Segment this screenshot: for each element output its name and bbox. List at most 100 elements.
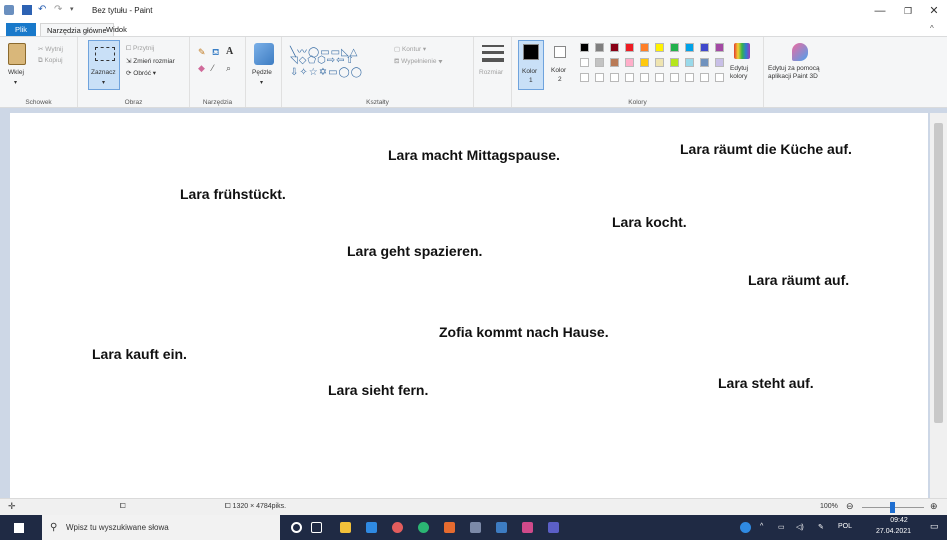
brushes-button[interactable]: Pędzle [252, 69, 272, 76]
edge-icon[interactable] [418, 522, 429, 533]
palette-swatch[interactable] [595, 58, 604, 67]
palette-swatch[interactable] [655, 58, 664, 67]
custom-color-slot[interactable] [655, 73, 664, 82]
outline-button[interactable]: ▢ Kontur ▾ [394, 45, 426, 53]
edit-colors-icon[interactable] [734, 43, 750, 59]
palette-swatch[interactable] [640, 43, 649, 52]
notifications-icon[interactable]: ▭ [930, 521, 939, 532]
tab-file[interactable]: Plik [6, 23, 36, 36]
palette-swatch[interactable] [700, 58, 709, 67]
close-button[interactable]: ✕ [920, 2, 947, 20]
shapes-gallery-row3[interactable]: ⇩✧☆✡▭◯◯ [290, 67, 363, 78]
vertical-scrollbar[interactable] [930, 113, 947, 498]
palette-swatch[interactable] [715, 58, 724, 67]
palette-swatch[interactable] [595, 43, 604, 52]
fill-button[interactable]: ⛾ Wypełnienie ▾ [394, 57, 443, 66]
palette-swatch[interactable] [610, 58, 619, 67]
palette-swatch[interactable] [670, 58, 679, 67]
palette-swatch[interactable] [580, 58, 589, 67]
palette-swatch[interactable] [685, 58, 694, 67]
edit-colors-button[interactable]: Edytuj [730, 65, 748, 72]
custom-color-slot[interactable] [715, 73, 724, 82]
photos-icon[interactable] [496, 522, 507, 533]
color2-button[interactable]: Kolor 2 [548, 40, 574, 90]
paste-button[interactable]: Wklej [8, 69, 24, 76]
rotate-button[interactable]: ⟳ Obróć ▾ [126, 69, 156, 77]
zoom-in-button[interactable]: ⊕ [930, 501, 938, 512]
pen-icon[interactable]: ✎ [818, 523, 824, 531]
paint3d-icon[interactable] [792, 43, 808, 61]
palette-swatch[interactable] [685, 43, 694, 52]
zoom-level: 100% [820, 503, 838, 510]
custom-color-slot[interactable] [625, 73, 634, 82]
minimize-button[interactable]: — [866, 2, 894, 20]
clock-time[interactable]: 09:42 [883, 517, 915, 524]
zoom-out-button[interactable]: ⊖ [846, 501, 854, 512]
palette-swatch[interactable] [670, 43, 679, 52]
mail-icon[interactable] [366, 522, 377, 533]
save-icon[interactable] [22, 5, 32, 15]
palette-swatch[interactable] [610, 43, 619, 52]
maximize-button[interactable]: ❐ [894, 2, 922, 20]
size-icon[interactable] [482, 45, 504, 47]
color1-button[interactable]: Kolor 1 [518, 40, 544, 90]
customize-quick-access-icon[interactable]: ▾ [70, 5, 80, 15]
paste-icon[interactable] [8, 43, 26, 65]
canvas[interactable]: Lara macht Mittagspause. Lara räumt die … [10, 113, 928, 498]
clock-date[interactable]: 27.04.2021 [876, 528, 911, 535]
custom-color-slot[interactable] [700, 73, 709, 82]
palette-swatch[interactable] [625, 43, 634, 52]
collapse-ribbon-icon[interactable]: ^ [930, 24, 934, 33]
copy-button[interactable]: ⧉ Kopiuj [38, 57, 63, 65]
select-button[interactable]: Zaznacz ▾ [88, 40, 120, 90]
palette-swatch[interactable] [580, 43, 589, 52]
cortana-icon[interactable] [291, 522, 302, 533]
palette-swatch[interactable] [625, 58, 634, 67]
tab-view[interactable]: Widok [100, 23, 133, 36]
tray-app-icon[interactable] [740, 522, 751, 533]
store-icon[interactable] [522, 522, 533, 533]
volume-icon[interactable]: ◁) [796, 523, 804, 531]
palette-swatch[interactable] [640, 58, 649, 67]
edit-in-paint3d-button[interactable]: Edytuj za pomocą [768, 65, 820, 72]
network-icon[interactable]: ▭ [778, 523, 785, 531]
language-indicator[interactable]: POL [838, 523, 852, 530]
task-view-icon[interactable] [311, 522, 322, 533]
start-button-icon[interactable] [14, 523, 24, 533]
magnifier-icon[interactable]: ⌕ [226, 63, 231, 74]
custom-color-slot[interactable] [685, 73, 694, 82]
canvas-text-zofia: Zofia kommt nach Hause. [439, 324, 609, 340]
eraser-icon[interactable]: ◆ [198, 63, 205, 74]
taskbar-search-box[interactable]: ⚲ Wpisz tu wyszukiwane słowa [42, 515, 280, 540]
scrollbar-thumb[interactable] [934, 123, 943, 423]
file-explorer-icon[interactable] [340, 522, 351, 533]
palette-swatch[interactable] [655, 43, 664, 52]
palette-swatch[interactable] [715, 43, 724, 52]
paint3d-taskbar-icon[interactable] [392, 522, 403, 533]
text-icon[interactable]: A [226, 46, 233, 57]
paint-taskbar-icon[interactable] [470, 522, 481, 533]
palette-swatch[interactable] [700, 43, 709, 52]
custom-color-slot[interactable] [670, 73, 679, 82]
canvas-text-mittagspause: Lara macht Mittagspause. [388, 147, 560, 163]
pencil-icon[interactable]: ✎ [198, 47, 206, 58]
custom-color-slot[interactable] [580, 73, 589, 82]
custom-color-slot[interactable] [595, 73, 604, 82]
size-button[interactable]: Rozmiar [479, 69, 503, 76]
color-picker-icon[interactable]: ⁄ [212, 63, 214, 73]
redo-icon[interactable]: ↷ [54, 5, 64, 15]
shapes-gallery-row2[interactable]: ◹◇⬠⬡⇨⇦⇧ [290, 55, 355, 66]
cut-button[interactable]: ✂ Wytnij [38, 45, 63, 53]
size-group: Rozmiar [474, 37, 512, 107]
custom-color-slot[interactable] [640, 73, 649, 82]
custom-color-slot[interactable] [610, 73, 619, 82]
undo-icon[interactable]: ↶ [38, 5, 48, 15]
resize-button[interactable]: ⇲ Zmień rozmiar [126, 57, 175, 65]
fill-icon[interactable]: ⛾ [212, 47, 219, 59]
brush-icon[interactable] [254, 43, 274, 65]
office-icon[interactable] [444, 522, 455, 533]
tray-expand-icon[interactable]: ^ [760, 523, 763, 530]
zoom-slider-thumb[interactable] [890, 502, 895, 513]
crop-button[interactable]: ⧠ Przytnij [126, 45, 154, 53]
teams-icon[interactable] [548, 522, 559, 533]
